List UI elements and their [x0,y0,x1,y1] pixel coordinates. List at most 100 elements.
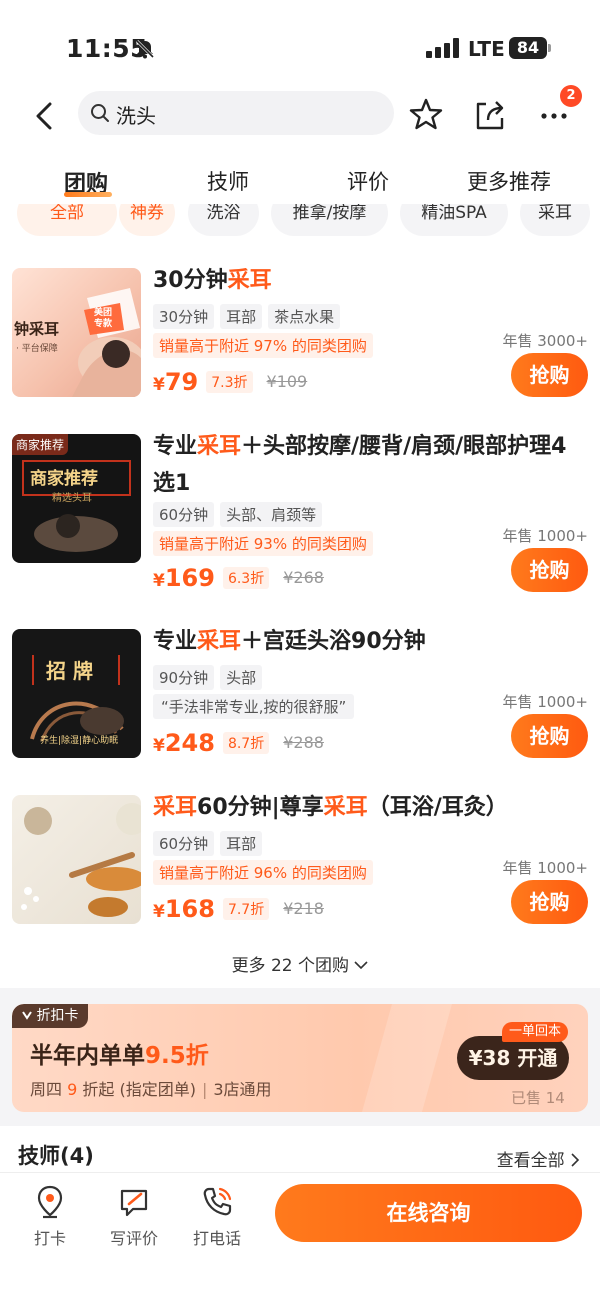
thumb-subtitle: 养生|除湿|静心助眠 [40,736,119,746]
tab-active-indicator [64,192,112,197]
price-row: ¥169 6.3折 ¥268 [153,564,324,592]
discount-badge: 6.3折 [222,567,270,589]
search-query: 洗头 [116,104,156,128]
tag: 耳部 [220,304,263,329]
price-row: ¥248 8.7折 ¥288 [153,729,324,757]
ear-spa-photo-icon [21,803,141,917]
price: ¥168 [153,895,215,923]
buy-button[interactable]: 抢购 [511,548,588,592]
deal-item[interactable]: 采耳60分钟|尊享采耳（耳浴/耳灸） 60分钟 耳部 销量高于附近 96% 的同类… [0,795,600,955]
price: ¥248 [153,729,215,757]
massage-photo-icon [34,514,118,552]
annual-sales: 年售 1000+ [502,859,588,877]
deal-title: 采耳60分钟|尊享采耳（耳浴/耳灸） [153,795,508,820]
tab-more-recommend[interactable]: 更多推荐 [467,166,551,196]
checkin-button[interactable]: 打卡 [15,1185,85,1249]
location-pin-icon [37,1185,63,1219]
tag: 30分钟 [153,304,215,329]
tab-reviews[interactable]: 评价 [347,166,389,196]
original-price: ¥109 [266,372,308,391]
call-button[interactable]: 打电话 [182,1185,252,1249]
payback-tag: 一单回本 [502,1022,569,1042]
chip-massage[interactable]: 推拿/按摩 [271,204,388,236]
deal-thumbnail: 钟采耳 · 平台保障 美团 专款 [12,268,141,397]
card-label: 折扣卡 [12,1004,89,1028]
card-title: 半年内单单9.5折 [30,1043,209,1069]
more-deals-link[interactable]: 更多 22 个团购 [0,951,600,976]
thumb-badge: 美团 专款 [94,308,113,329]
v-icon [22,1011,32,1020]
original-price: ¥288 [283,733,324,752]
chip-spa[interactable]: 精油SPA [400,204,508,236]
deal-thumbnail: 招 牌 养生|除湿|静心助眠 [12,629,141,758]
tag: 90分钟 [153,665,215,690]
write-review-button[interactable]: 写评价 [99,1185,169,1249]
chip-coupon[interactable]: 神券 [119,204,175,236]
bottom-action-bar: 打卡 写评价 打电话 在线咨询 [0,1172,600,1305]
deal-title: 专业采耳＋头部按摩/腰背/肩颈/眼部护理4选1 [153,434,567,496]
deal-tags: 60分钟 头部、肩颈等 [153,502,328,527]
deal-title: 专业采耳＋宫廷头浴90分钟 [153,629,426,654]
chip-all[interactable]: 全部 [17,204,117,236]
search-icon [91,104,109,122]
thumb-title: 钟采耳 [14,320,60,338]
chip-bath[interactable]: 洗浴 [188,204,259,236]
filter-chips: 全部 神券 洗浴 推拿/按摩 精油SPA 采耳 [0,204,600,240]
open-card-button[interactable]: ¥38 开通 [457,1036,569,1080]
buy-button[interactable]: 抢购 [511,353,588,397]
price-row: ¥168 7.7折 ¥218 [153,895,324,923]
deal-item[interactable]: 钟采耳 · 平台保障 美团 专款 30分钟采耳 30分钟 耳部 茶点水果 销量高于附… [0,268,600,428]
notification-badge: 2 [560,85,582,107]
battery-tip [548,44,551,52]
original-price: ¥218 [283,899,324,918]
review-note: “手法非常专业,按的很舒服” [153,694,355,719]
tag: 头部 [220,665,263,690]
network-type: LTE [468,37,505,61]
original-price: ¥268 [283,568,324,587]
tag: 茶点水果 [268,304,341,329]
chip-ear-clean[interactable]: 采耳 [520,204,590,236]
price: ¥79 [153,368,199,396]
annual-sales: 年售 3000+ [502,332,588,350]
sales-note: 销量高于附近 96% 的同类团购 [153,860,373,885]
discount-badge: 7.3折 [206,371,253,393]
view-all-link[interactable]: 查看全部 [497,1146,580,1171]
annual-sales: 年售 1000+ [502,527,588,545]
discount-badge: 7.7折 [222,898,270,920]
tag: 60分钟 [153,831,215,856]
tab-technicians[interactable]: 技师 [207,166,249,196]
deal-item[interactable]: 招 牌 养生|除湿|静心助眠 专业采耳＋宫廷头浴90分钟 90分钟 头部 “手法非… [0,629,600,789]
bell-muted-icon [135,39,155,59]
deal-thumbnail [12,795,141,924]
discount-badge: 8.7折 [222,732,270,754]
online-consult-button[interactable]: 在线咨询 [275,1184,582,1242]
discount-card[interactable]: 折扣卡 半年内单单9.5折 周四 9 折起 (指定团单) | 3店通用 ¥38 开通… [12,1004,588,1112]
star-icon[interactable] [408,96,444,132]
thumb-subtitle: · 平台保障 [16,344,58,354]
chevron-down-icon [354,961,368,970]
search-box[interactable]: 洗头 [78,91,394,135]
edit-review-icon [120,1189,148,1217]
status-bar: 11:55 LTE 84 [0,0,600,90]
nav-bar: 洗头 2 [0,85,600,142]
sold-count: 已售 14 [511,1089,565,1107]
signal-icon [426,38,459,58]
buy-button[interactable]: 抢购 [511,880,588,924]
deal-item[interactable]: 商家推荐 商家推荐 精选头耳 专业采耳＋头部按摩/腰背/肩颈/眼部护理4选1 6… [0,434,600,604]
back-arrow-icon[interactable] [28,96,60,136]
tag: 耳部 [220,831,263,856]
deal-tags: 90分钟 头部 [153,665,268,690]
deal-thumbnail: 商家推荐 商家推荐 精选头耳 [12,434,141,563]
annual-sales: 年售 1000+ [502,693,588,711]
technicians-title: 技师(4) [18,1144,94,1168]
deal-tags: 60分钟 耳部 [153,831,268,856]
buy-button[interactable]: 抢购 [511,714,588,758]
card-subtitle: 周四 9 折起 (指定团单) | 3店通用 [30,1080,272,1099]
sales-note: 销量高于附近 93% 的同类团购 [153,531,373,556]
tag: 头部、肩颈等 [220,502,323,527]
deal-tags: 30分钟 耳部 茶点水果 [153,304,346,329]
tab-bar: 团购 技师 评价 更多推荐 [0,160,600,204]
tag: 60分钟 [153,502,215,527]
share-icon[interactable] [472,96,508,132]
battery-level: 84 [509,37,547,59]
